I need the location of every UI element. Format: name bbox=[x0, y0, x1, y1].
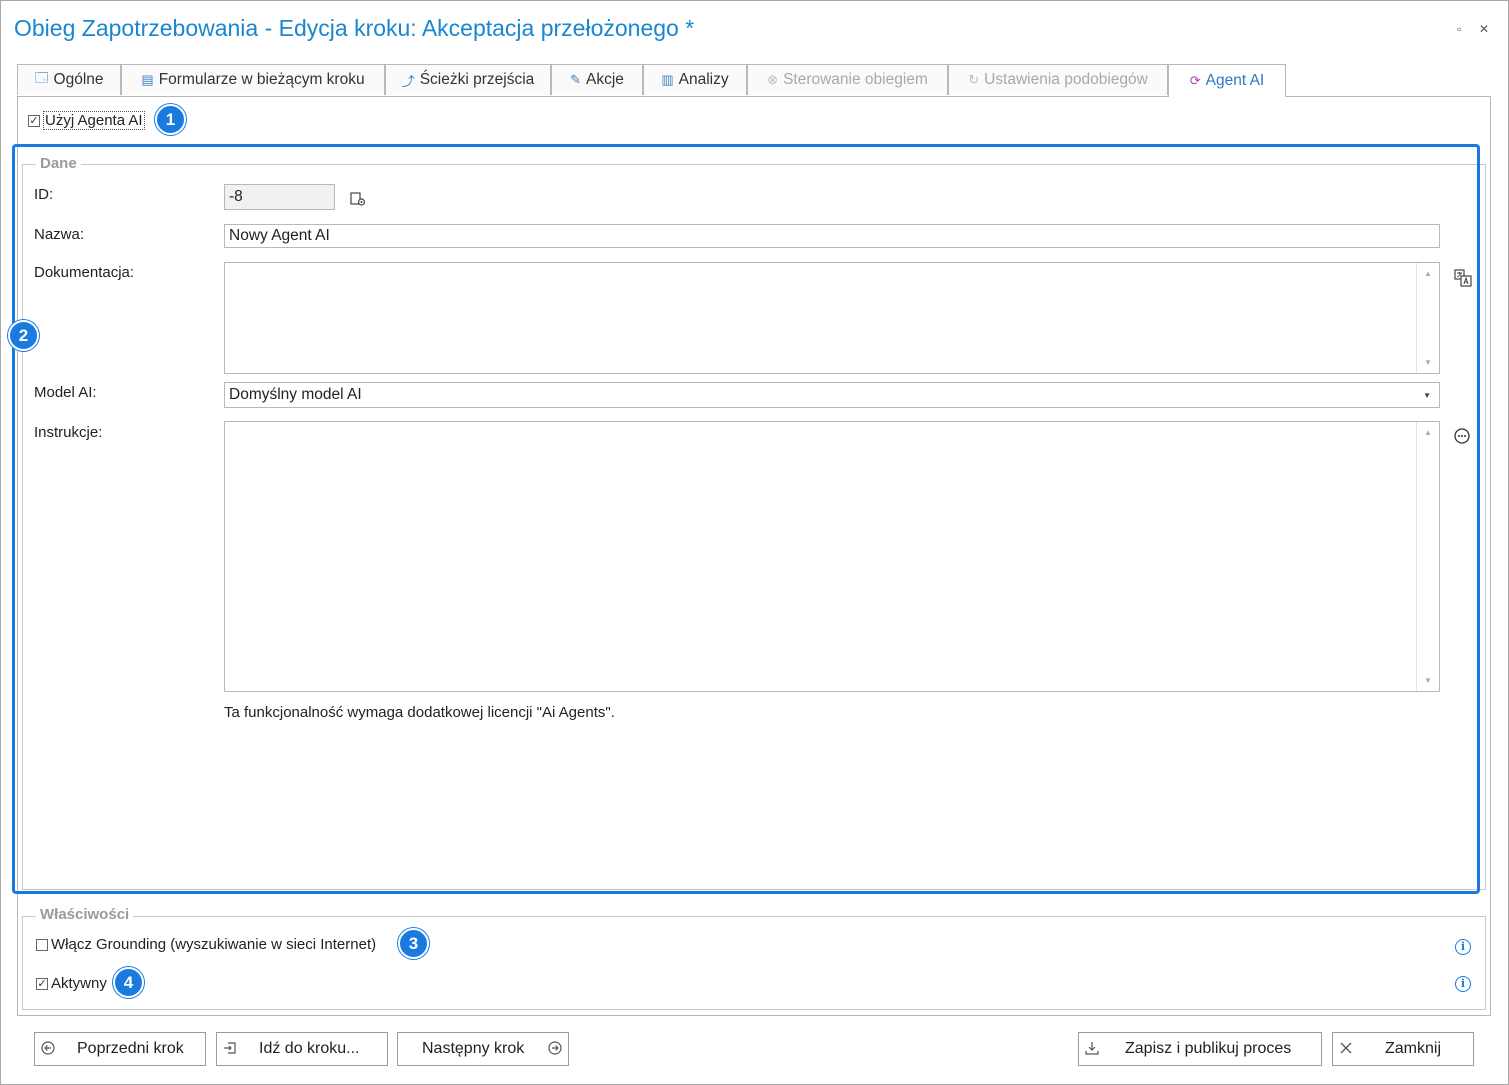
properties-legend: Właściwości bbox=[36, 906, 134, 923]
active-checkbox[interactable]: ✓ bbox=[36, 977, 48, 990]
chart-icon: ▥ bbox=[661, 72, 674, 87]
tab-label: Ogólne bbox=[53, 71, 104, 88]
tab-label: Formularze w bieżącym kroku bbox=[158, 71, 365, 88]
form-icon: ▤ bbox=[141, 72, 154, 87]
save-publish-button[interactable]: Zapisz i publikuj proces bbox=[1078, 1032, 1322, 1066]
callout-badge-1: 1 bbox=[155, 104, 186, 135]
use-agent-row[interactable]: ✓ Użyj Agenta AI bbox=[28, 111, 145, 130]
maximize-button[interactable]: ▫ bbox=[1457, 22, 1461, 36]
close-label: Zamknij bbox=[1385, 1040, 1442, 1057]
grounding-info-icon[interactable]: i bbox=[1455, 939, 1471, 955]
active-row[interactable]: ✓ Aktywny bbox=[36, 975, 107, 992]
tab-label: Ścieżki przejścia bbox=[419, 71, 535, 88]
close-button[interactable]: Zamknij bbox=[1332, 1032, 1474, 1066]
window-title: Obieg Zapotrzebowania - Edycja kroku: Ak… bbox=[14, 15, 695, 41]
goto-icon bbox=[223, 1041, 237, 1058]
path-icon: ⤴ bbox=[401, 73, 415, 89]
grounding-checkbox[interactable] bbox=[36, 938, 48, 951]
callout-badge-4: 4 bbox=[113, 967, 144, 998]
window-icon: 🗔 bbox=[34, 70, 49, 85]
close-window-button[interactable]: ✕ bbox=[1479, 22, 1489, 36]
callout-badge-3: 3 bbox=[398, 928, 429, 959]
goto-step-button[interactable]: Idź do kroku... bbox=[216, 1032, 388, 1066]
tab-6: ⊗ Sterowanie obiegiem bbox=[747, 64, 948, 95]
active-info-icon[interactable]: i bbox=[1455, 976, 1471, 992]
tab-5[interactable]: ▥ Analizy bbox=[643, 64, 747, 95]
arrow-left-circle-icon bbox=[41, 1040, 55, 1058]
ai-agent-icon: ⟳ bbox=[1189, 73, 1201, 88]
highlight-frame bbox=[12, 144, 1480, 894]
callout-badge-2: 2 bbox=[8, 320, 39, 351]
tab-4[interactable]: ✎ Akcje bbox=[551, 64, 643, 95]
use-agent-label: Użyj Agenta AI bbox=[43, 111, 145, 130]
tab-2[interactable]: ▤ Formularze w bieżącym kroku bbox=[121, 64, 385, 95]
save-icon bbox=[1085, 1041, 1099, 1058]
properties-group bbox=[22, 916, 1486, 1010]
tab-1[interactable]: 🗔 Ogólne bbox=[17, 64, 121, 95]
close-icon bbox=[1339, 1041, 1353, 1058]
previous-step-button[interactable]: Poprzedni krok bbox=[34, 1032, 206, 1066]
grounding-row[interactable]: Włącz Grounding (wyszukiwanie w sieci In… bbox=[36, 936, 376, 953]
subflow-icon: ↻ bbox=[968, 72, 980, 87]
control-icon: ⊗ bbox=[767, 72, 779, 87]
tab-bar: 🗔 Ogólne ▤ Formularze w bieżącym kroku ⤴ Ście… bbox=[17, 64, 1491, 97]
save-publish-label: Zapisz i publikuj proces bbox=[1125, 1040, 1292, 1057]
tab-label: Agent AI bbox=[1205, 72, 1265, 89]
use-agent-checkbox[interactable]: ✓ bbox=[28, 114, 40, 127]
tab-7: ↻ Ustawienia podobiegów bbox=[948, 64, 1168, 95]
tab-label: Sterowanie obiegiem bbox=[783, 71, 928, 88]
next-step-label: Następny krok bbox=[422, 1040, 525, 1057]
tab-8[interactable]: ⟳ Agent AI bbox=[1168, 64, 1286, 97]
tab-label: Ustawienia podobiegów bbox=[984, 71, 1148, 88]
next-step-button[interactable]: Następny krok bbox=[397, 1032, 569, 1066]
active-label: Aktywny bbox=[51, 975, 107, 992]
tab-label: Akcje bbox=[586, 71, 624, 88]
arrow-right-circle-icon bbox=[548, 1040, 562, 1058]
goto-step-label: Idź do kroku... bbox=[259, 1040, 360, 1057]
previous-step-label: Poprzedni krok bbox=[77, 1040, 184, 1057]
action-icon: ✎ bbox=[570, 72, 581, 87]
tab-label: Analizy bbox=[678, 71, 729, 88]
grounding-label: Włącz Grounding (wyszukiwanie w sieci In… bbox=[51, 936, 377, 953]
tab-3[interactable]: ⤴ Ścieżki przejścia bbox=[385, 64, 551, 95]
